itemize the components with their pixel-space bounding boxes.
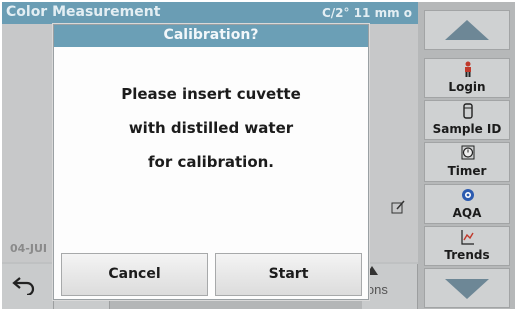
start-label: Start (268, 266, 309, 282)
sidebar: Login Sample ID Timer AQA Trends (418, 2, 515, 309)
sidebar-item-aqa[interactable]: AQA (424, 184, 510, 224)
edit-pencil-icon (391, 200, 405, 214)
dialog-message: Please insert cuvette with distilled wat… (54, 85, 368, 187)
options-button[interactable]: ions (362, 264, 418, 309)
title-bar: Color Measurement C/2° 11 mm o (2, 2, 418, 24)
sidebar-item-label: Timer (447, 164, 487, 178)
arrow-up-icon (445, 20, 489, 40)
dialog-header: Calibration? (54, 25, 368, 47)
message-line: Please insert cuvette (121, 85, 301, 103)
instrument-screen: Color Measurement C/2° 11 mm o 04-JUI Me… (2, 2, 515, 309)
scroll-up-button[interactable] (424, 10, 510, 50)
app-title: Color Measurement (6, 4, 161, 20)
sidebar-item-sample-id[interactable]: Sample ID (424, 100, 510, 140)
login-person-icon (465, 61, 471, 77)
message-line: for calibration. (148, 153, 274, 171)
aqa-icon (462, 189, 474, 201)
trends-icon (461, 230, 474, 245)
sidebar-item-timer[interactable]: Timer (424, 142, 510, 182)
cancel-button[interactable]: Cancel (61, 253, 208, 296)
arrow-down-icon (445, 279, 489, 299)
sidebar-item-trends[interactable]: Trends (424, 226, 510, 266)
dialog-title: Calibration? (163, 27, 259, 43)
back-arrow-icon (12, 277, 35, 295)
scroll-down-button[interactable] (424, 268, 510, 308)
sidebar-item-label: AQA (452, 206, 482, 220)
back-button[interactable] (2, 264, 54, 309)
date-label: 04-JUI (10, 242, 47, 255)
timer-icon (461, 145, 475, 160)
sample-id-icon (463, 103, 473, 119)
measurement-info: C/2° 11 mm o (321, 6, 412, 20)
start-button[interactable]: Start (215, 253, 362, 296)
calibration-dialog: Calibration? Please insert cuvette with … (53, 24, 369, 300)
sidebar-item-label: Trends (444, 248, 490, 262)
sidebar-item-login[interactable]: Login (424, 58, 510, 98)
message-line: with distilled water (128, 119, 294, 137)
sidebar-item-label: Sample ID (432, 122, 502, 136)
sidebar-item-label: Login (448, 80, 486, 94)
cancel-label: Cancel (108, 266, 161, 282)
